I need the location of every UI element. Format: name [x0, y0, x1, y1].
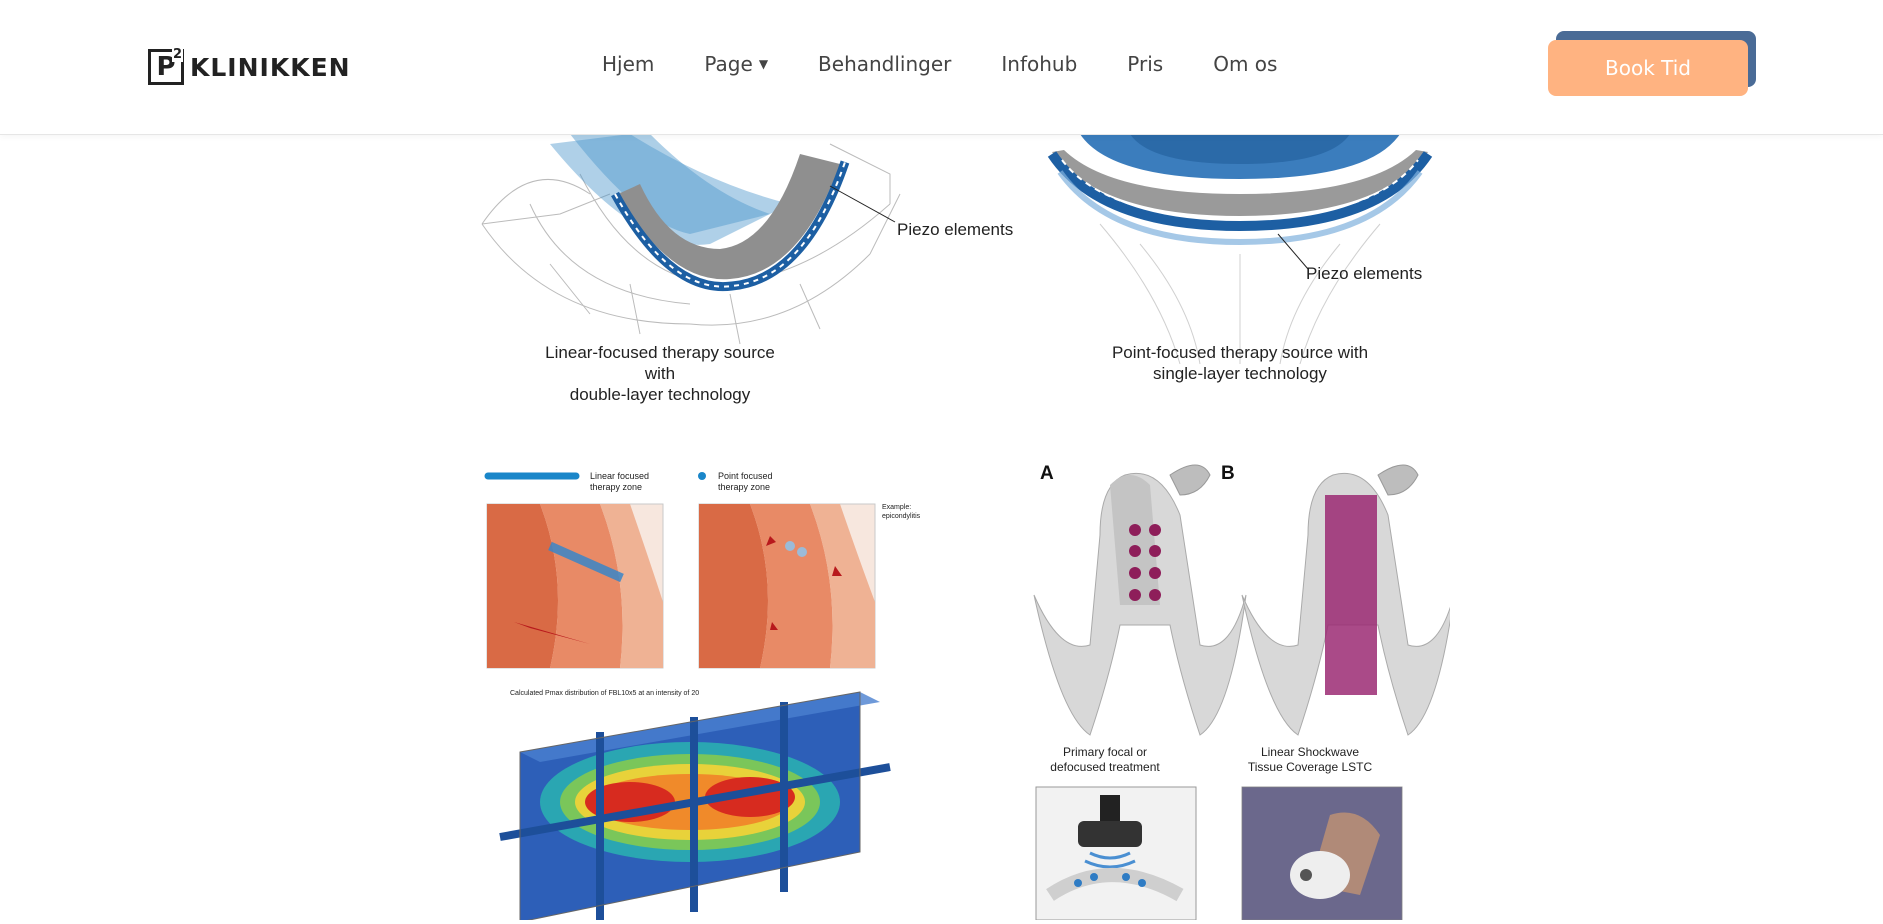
brand-logo[interactable]: P 2 KLINIKKEN [148, 47, 351, 87]
caption-line: Linear Shockwave [1260, 745, 1360, 759]
legend-line: therapy zone [590, 482, 643, 492]
nav-label: Pris [1127, 52, 1164, 76]
nav-item-page[interactable]: Page ▼ [704, 52, 768, 76]
panel-b-label: B [1221, 463, 1235, 484]
point-source-figure: Piezo elements Point-focused therapy sou… [1040, 134, 1440, 394]
heatmap-title: Calculated Pmax distribution of FBL10x5 … [510, 690, 700, 697]
nav-item-infohub[interactable]: Infohub [1001, 52, 1077, 76]
book-button-wrap: Book Tid [1548, 31, 1758, 96]
example-line: epicondylitis [882, 513, 921, 520]
caption-line: Primary focal or [1062, 745, 1148, 759]
piezo-callout: Piezo elements [1306, 264, 1423, 283]
nav-label: Page [704, 52, 753, 76]
figure-caption: Linear-focused therapy source with doubl… [530, 342, 790, 405]
caption-line: defocused treatment [1050, 760, 1160, 774]
logo-text: KLINIKKEN [190, 52, 351, 82]
main-nav: Hjem Page ▼ Behandlinger Infohub Pris Om … [602, 52, 1327, 76]
panel-a-caption: Primary focal or defocused treatment [1030, 745, 1180, 775]
nav-item-om-os[interactable]: Om os [1213, 52, 1277, 76]
nav-label: Infohub [1001, 52, 1078, 76]
penile-treatment-illustration [1033, 464, 1455, 921]
nav-label: Om os [1213, 52, 1278, 76]
legend-line: Point focused [718, 471, 773, 481]
example-label: Example: epicondylitis [882, 503, 920, 521]
penile-treatment-figure: A B Primary focal or defocused treatment… [1030, 455, 1455, 921]
figure-caption: Point-focused therapy source with single… [1100, 342, 1380, 384]
book-tid-button[interactable]: Book Tid [1548, 40, 1748, 96]
caption-line: Linear-focused therapy source with [545, 343, 775, 383]
nav-item-behandlinger[interactable]: Behandlinger [818, 52, 951, 76]
panel-b-caption: Linear Shockwave Tissue Coverage LSTC [1230, 745, 1390, 775]
example-line: Example: [882, 504, 912, 511]
nav-label: Behandlinger [818, 52, 952, 76]
caption-line: Tissue Coverage LSTC [1247, 760, 1373, 774]
caption-line: double-layer technology [569, 385, 751, 404]
legend-point-label: Point focused therapy zone [718, 471, 773, 493]
therapy-zones-figure: Linear focused therapy zone Point focuse… [480, 462, 940, 923]
site-header: P 2 KLINIKKEN Hjem Page ▼ Behandlinger In… [0, 0, 1883, 135]
logo-superscript: 2 [171, 47, 183, 62]
nav-item-hjem[interactable]: Hjem [602, 52, 654, 76]
piezo-callout: Piezo elements [897, 220, 1014, 239]
legend-line: therapy zone [718, 482, 771, 492]
caret-down-icon: ▼ [758, 57, 769, 71]
logo-mark: P 2 [148, 47, 184, 85]
nav-item-pris[interactable]: Pris [1127, 52, 1163, 76]
legend-line: Linear focused [590, 471, 650, 481]
linear-source-figure: Piezo elements Linear-focused therapy so… [470, 134, 1030, 404]
nav-label: Hjem [602, 52, 655, 76]
legend-linear-label: Linear focused therapy zone [590, 471, 649, 493]
caption-line: single-layer technology [1153, 364, 1327, 383]
panel-a-label: A [1040, 463, 1054, 484]
caption-line: Point-focused therapy source with [1111, 343, 1369, 362]
